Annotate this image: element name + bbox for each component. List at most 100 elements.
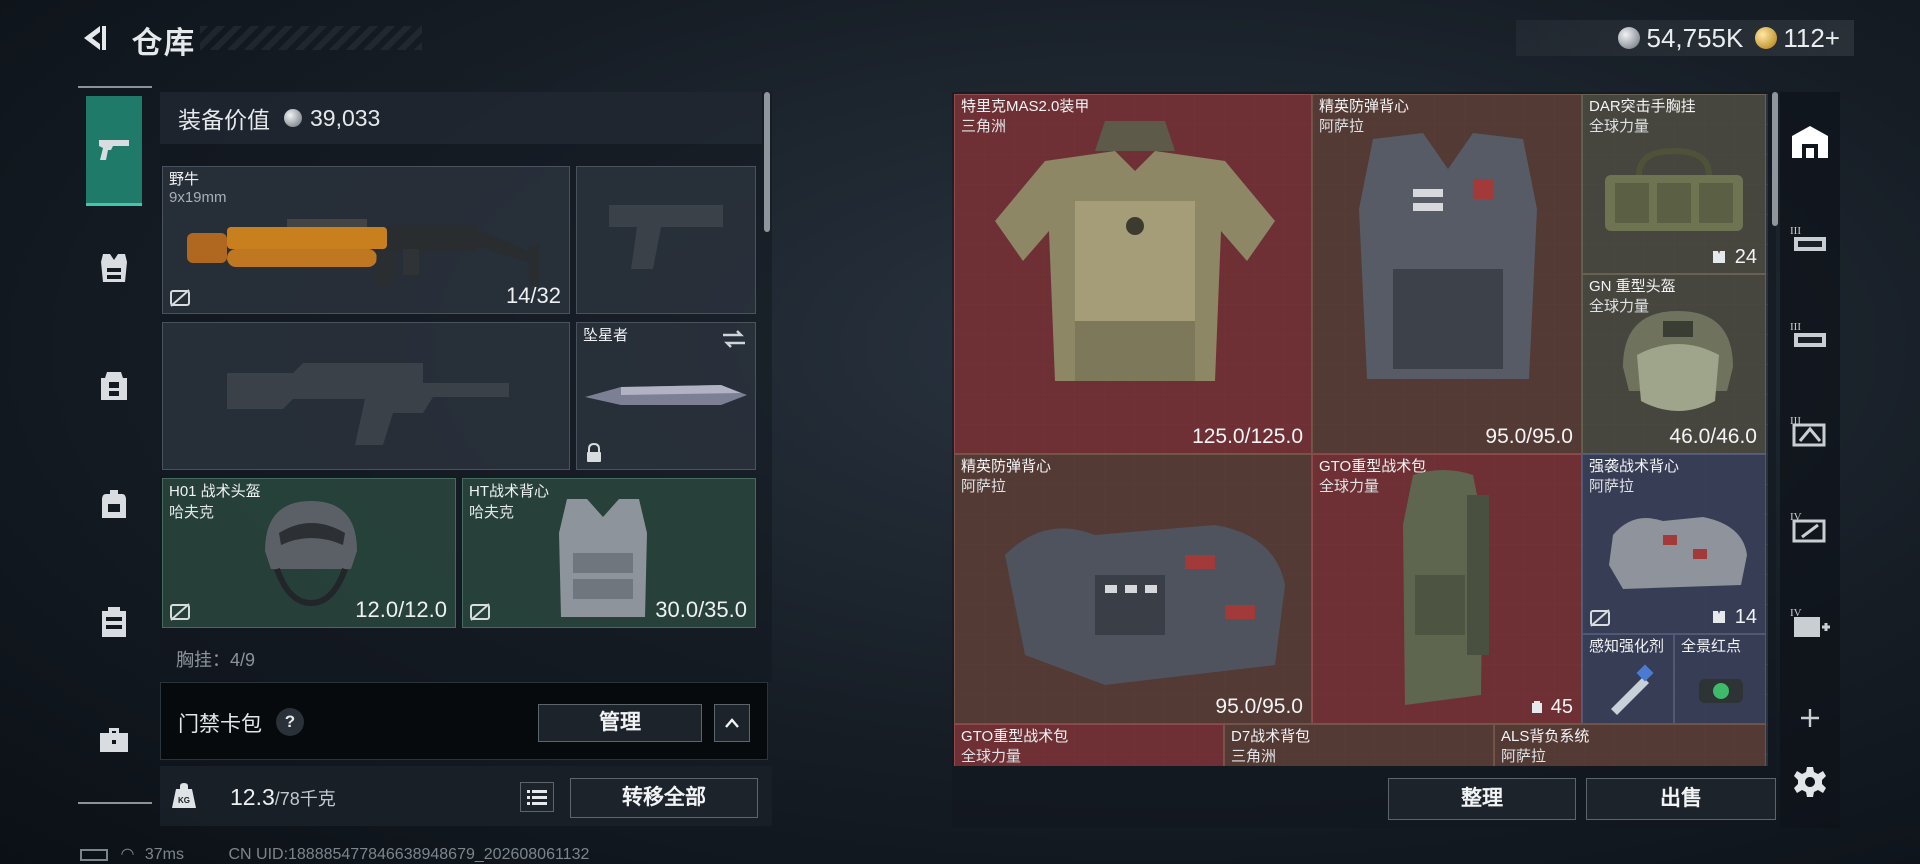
- warehouse-item[interactable]: 感知强化剂: [1582, 634, 1674, 724]
- lock-icon: [587, 443, 601, 462]
- warehouse-item[interactable]: DAR突击手胸挂 全球力量 24: [1582, 94, 1766, 274]
- dar-chest-rig-image: [1605, 147, 1743, 231]
- nav-weapons[interactable]: [86, 96, 142, 206]
- item-durability: 125.0/125.0: [1192, 425, 1303, 448]
- storage-tier-3c-icon: III: [1790, 415, 1826, 447]
- svg-text:KG: KG: [178, 796, 190, 805]
- nav-armor[interactable]: [86, 240, 142, 296]
- weight-current: 12.3: [230, 784, 275, 810]
- secondary-weapon-slot-empty[interactable]: [162, 322, 570, 470]
- helmet-durability: 12.0/12.0: [355, 597, 447, 622]
- assault-vest-image: [1609, 517, 1747, 589]
- item-name: ALS背负系统: [1501, 728, 1590, 745]
- rifle-placeholder-icon: [227, 363, 509, 445]
- chest-rig-section-header: 胸挂：4/9: [176, 650, 256, 670]
- melee-slot[interactable]: 坠星者: [576, 322, 756, 470]
- storage-tier-3b-icon: III: [1790, 321, 1826, 347]
- warehouse-scrollbar[interactable]: [1772, 92, 1778, 226]
- elite-vest-image: [1359, 133, 1537, 379]
- battery-icon: [80, 848, 108, 861]
- ht-vest-image: [559, 499, 647, 617]
- sort-button[interactable]: 整理: [1388, 778, 1576, 820]
- warehouse-item[interactable]: 全景红点: [1674, 634, 1766, 724]
- back-button[interactable]: [76, 20, 112, 56]
- list-view-button[interactable]: [520, 782, 554, 812]
- item-maker: 全球力量: [961, 748, 1022, 765]
- currency-silver[interactable]: 54,755K: [1618, 23, 1743, 54]
- transfer-all-button[interactable]: 转移全部: [570, 778, 758, 818]
- warehouse-grid: 特里克MAS2.0装甲 三角洲 125.0/125.0 精英防弹背心 阿萨拉 9…: [954, 94, 1768, 766]
- currency-gold[interactable]: 112+: [1755, 23, 1840, 54]
- not-insured-icon: [170, 603, 190, 621]
- warehouse-item[interactable]: ALS背负系统 阿萨拉: [1494, 724, 1766, 766]
- pistol-placeholder-icon: [609, 205, 723, 269]
- tab-storage-4b[interactable]: IV: [1786, 598, 1834, 646]
- nav-container[interactable]: [86, 594, 142, 650]
- item-maker: 阿萨拉: [1589, 478, 1635, 495]
- h01-helmet-image: [265, 501, 357, 607]
- helmet-slot[interactable]: H01 战术头盔 哈夫克 12.0/12.0: [162, 478, 456, 628]
- helmet-name: H01 战术头盔: [169, 483, 261, 500]
- armor-slot[interactable]: HT战术背心 哈夫克 30.0/35.0: [462, 478, 756, 628]
- chevron-up-icon: [725, 718, 739, 728]
- loadout-scrollbar[interactable]: [764, 92, 770, 232]
- toolbox-icon: [100, 728, 128, 752]
- warehouse-item[interactable]: 特里克MAS2.0装甲 三角洲 125.0/125.0: [954, 94, 1312, 454]
- item-name: 感知强化剂: [1589, 638, 1665, 655]
- warehouse-item[interactable]: 强袭战术背心 阿萨拉 14: [1582, 454, 1766, 634]
- gn-helmet-image: [1623, 311, 1733, 411]
- swap-icon[interactable]: [721, 329, 747, 349]
- list-icon: [527, 790, 547, 805]
- warehouse-icon: [1792, 126, 1828, 158]
- settings-button[interactable]: [1786, 758, 1834, 806]
- pistol-slot-empty[interactable]: [576, 166, 756, 314]
- backpack-capacity-icon: [1532, 701, 1542, 713]
- weapon-name: 野牛: [169, 171, 200, 188]
- primary-weapon-slot[interactable]: 野牛 9x19mm 14/32: [162, 166, 570, 314]
- left-nav-divider-bottom: [78, 802, 152, 804]
- warehouse-item[interactable]: GTO重型战术包 全球力量: [954, 724, 1224, 766]
- keycard-wallet-label: 门禁卡包: [178, 713, 262, 736]
- helmet-maker: 哈夫克: [169, 504, 215, 521]
- keycard-manage-button[interactable]: 管理: [538, 704, 702, 742]
- item-maker: 全球力量: [1319, 478, 1380, 495]
- armor-durability: 30.0/35.0: [655, 597, 747, 622]
- keycard-expand-toggle[interactable]: [714, 704, 750, 742]
- warehouse-item[interactable]: D7战术背包 三角洲: [1224, 724, 1494, 766]
- item-name: GN 重型头盔: [1589, 278, 1676, 295]
- nav-chest-rig[interactable]: [86, 358, 142, 414]
- warehouse-item[interactable]: 精英防弹背心 阿萨拉 95.0/95.0: [1312, 94, 1582, 454]
- slots-capacity-icon: [1713, 251, 1725, 263]
- weapon-ammo-type: 9x19mm: [169, 189, 227, 206]
- carry-weight: 12.3/78千克: [230, 784, 336, 811]
- armor-maker: 哈夫克: [469, 504, 515, 521]
- tab-storage-3c[interactable]: III: [1786, 406, 1834, 454]
- tab-storage-4a[interactable]: IV: [1786, 502, 1834, 550]
- item-name: 全景红点: [1681, 638, 1742, 655]
- currency-bar: 54,755K 112+: [1516, 20, 1854, 56]
- armor-name: HT战术背心: [469, 483, 549, 500]
- ping-value: 37ms: [144, 846, 184, 863]
- title-decoration: [200, 26, 422, 50]
- warehouse-item[interactable]: GN 重型头盔 全球力量 46.0/46.0: [1582, 274, 1766, 454]
- tab-storage-3b[interactable]: III: [1786, 310, 1834, 358]
- item-name: 精英防弹背心: [961, 458, 1052, 475]
- warehouse-item[interactable]: 精英防弹背心 阿萨拉 95.0/95.0: [954, 454, 1312, 724]
- silver-coin-icon: [1618, 27, 1641, 49]
- not-insured-icon: [170, 289, 190, 307]
- back-arrow-icon: [84, 26, 106, 50]
- not-insured-icon: [1590, 609, 1610, 627]
- weapon-ammo-count: 14/32: [505, 283, 561, 308]
- chest-rig-icon: [101, 372, 127, 400]
- warehouse-item[interactable]: GTO重型战术包 全球力量 45: [1312, 454, 1582, 724]
- tab-storage-3a[interactable]: III: [1786, 214, 1834, 262]
- sell-button[interactable]: 出售: [1586, 778, 1776, 820]
- add-storage-button[interactable]: [1786, 694, 1834, 742]
- tab-warehouse[interactable]: [1786, 118, 1834, 166]
- star-knife-image: [585, 385, 747, 405]
- nav-toolbox[interactable]: [86, 712, 142, 768]
- melee-name: 坠星者: [583, 327, 629, 344]
- nav-backpack[interactable]: [86, 476, 142, 532]
- keycard-help-button[interactable]: ?: [276, 708, 304, 736]
- gto-backpack-image: [1403, 470, 1489, 705]
